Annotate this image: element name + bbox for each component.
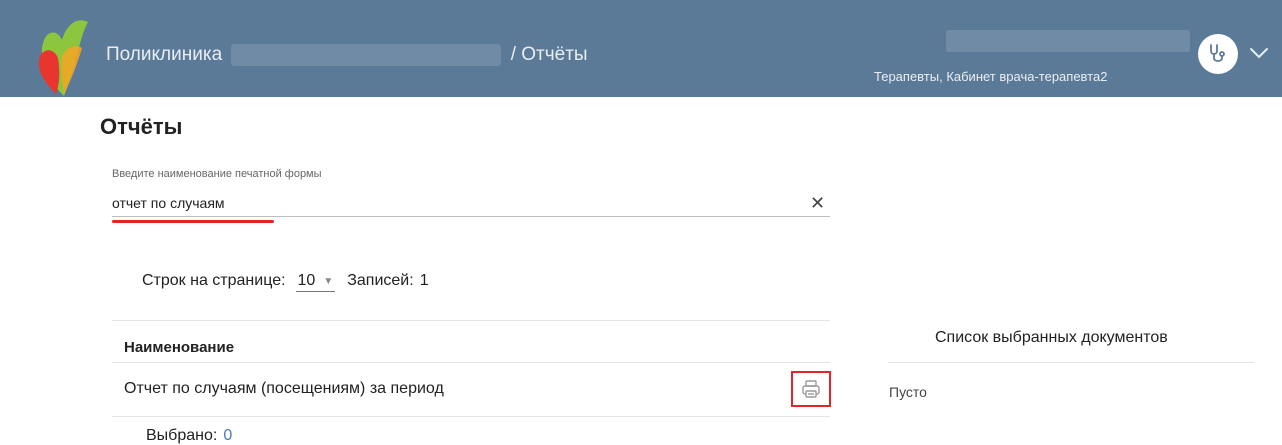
table-divider [112,362,830,363]
breadcrumb-section: / Отчёты [510,44,588,66]
redacted-user-name [946,30,1190,52]
search-highlight-underline [112,220,274,223]
column-header-name[interactable]: Наименование [124,339,234,356]
page-title: Отчёты [100,114,183,139]
pager: Строк на странице: 10 ▼ Записей: 1 [142,272,429,292]
selected-count: Выбрано: 0 [146,427,232,445]
selected-label: Выбрано: [146,427,218,444]
selected-value: 0 [223,427,233,444]
search-label: Введите наименование печатной формы [112,168,322,180]
stethoscope-icon [1210,44,1225,62]
print-button[interactable] [791,371,831,407]
user-avatar[interactable] [1198,34,1238,74]
rows-per-page-label: Строк на странице: [142,272,286,289]
rows-per-page-value: 10 [297,272,316,289]
selected-documents-title: Список выбранных документов [935,329,1168,346]
redacted-organization [231,44,502,66]
top-bar: Поликлиника / Отчёты Терапевты, Кабинет … [0,0,1282,97]
close-icon[interactable]: ✕ [810,193,825,214]
app-title[interactable]: Поликлиника [106,44,222,65]
rows-per-page-select[interactable]: 10 ▼ [295,272,336,292]
selected-documents-empty: Пусто [889,384,927,400]
breadcrumb: Поликлиника / Отчёты [106,44,588,66]
side-panel-divider [888,362,1254,363]
table-divider [112,416,830,417]
chevron-down-icon[interactable] [1246,40,1272,66]
dropdown-arrow-icon: ▼ [323,275,334,287]
user-role: Терапевты, Кабинет врача-терапевта2 [874,69,1108,84]
print-icon [802,380,820,398]
table-divider [112,320,830,321]
logo-icon[interactable] [34,16,90,98]
records-count: 1 [419,272,429,289]
records-label: Записей: [347,272,414,289]
search-input[interactable] [112,189,830,217]
table-row[interactable]: Отчет по случаям (посещениям) за период [124,380,444,398]
